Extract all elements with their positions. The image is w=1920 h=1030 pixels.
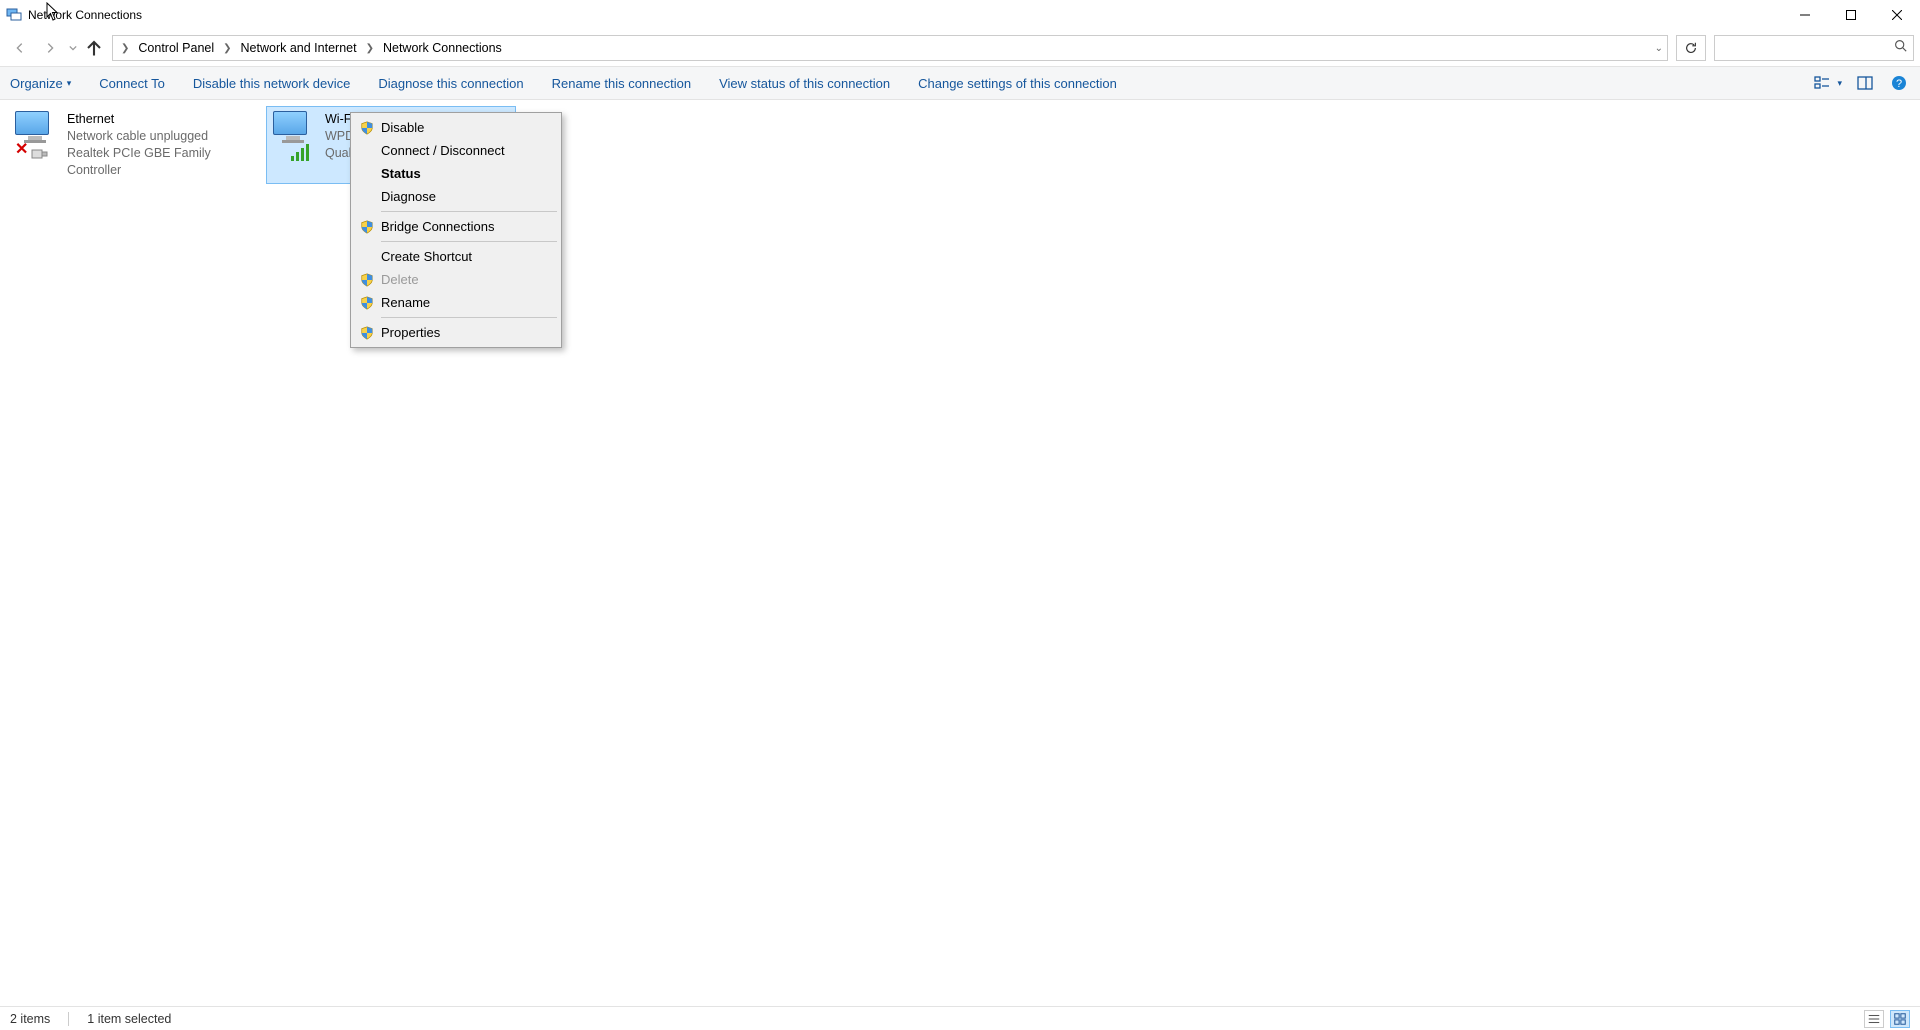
close-button[interactable] xyxy=(1874,0,1920,30)
maximize-button[interactable] xyxy=(1828,0,1874,30)
context-menu-label: Disable xyxy=(381,120,424,135)
context-menu-label: Bridge Connections xyxy=(381,219,494,234)
context-menu-label: Create Shortcut xyxy=(381,249,472,264)
chevron-right-icon: ❯ xyxy=(119,43,131,54)
context-menu-item[interactable]: Rename xyxy=(353,291,559,314)
wifi-signal-icon xyxy=(291,143,313,161)
context-menu-item[interactable]: Status xyxy=(353,162,559,185)
adapter-name: Ethernet xyxy=(67,111,253,128)
help-button[interactable]: ? xyxy=(1888,72,1910,94)
context-menu-item[interactable]: Connect / Disconnect xyxy=(353,139,559,162)
adapter-device: Realtek PCIe GBE Family Controller xyxy=(67,145,253,179)
context-menu-label: Diagnose xyxy=(381,189,436,204)
menu-separator xyxy=(381,317,557,318)
context-menu: Disable Connect / Disconnect Status Diagnos… xyxy=(350,112,562,348)
app-icon xyxy=(6,7,22,23)
search-input[interactable] xyxy=(1721,41,1894,55)
status-selection: 1 item selected xyxy=(87,1012,171,1026)
context-menu-item[interactable]: Properties xyxy=(353,321,559,344)
context-menu-item[interactable]: Bridge Connections xyxy=(353,215,559,238)
change-settings-button[interactable]: Change settings of this connection xyxy=(918,76,1117,91)
context-menu-label: Rename xyxy=(381,295,430,310)
titlebar: Network Connections xyxy=(0,0,1920,30)
minimize-button[interactable] xyxy=(1782,0,1828,30)
address-dropdown[interactable]: ⌄ xyxy=(1655,43,1663,54)
context-menu-item[interactable]: Diagnose xyxy=(353,185,559,208)
menu-separator xyxy=(381,211,557,212)
uac-shield-icon xyxy=(359,272,375,288)
breadcrumb-item[interactable]: Network and Internet xyxy=(238,41,360,55)
context-menu-item: Delete xyxy=(353,268,559,291)
up-button[interactable] xyxy=(82,34,106,62)
chevron-right-icon: ❯ xyxy=(364,43,376,54)
chevron-down-icon[interactable]: ▾ xyxy=(1837,78,1842,89)
back-button[interactable] xyxy=(6,34,34,62)
network-adapter-item[interactable]: ✕ EthernetNetwork cable unpluggedRealtek … xyxy=(8,106,258,184)
status-bar: 2 items 1 item selected xyxy=(0,1006,1920,1030)
monitor-icon xyxy=(273,111,313,143)
context-menu-label: Properties xyxy=(381,325,440,340)
breadcrumb-item[interactable]: Network Connections xyxy=(380,41,505,55)
organize-label: Organize xyxy=(10,76,63,91)
chevron-right-icon: ❯ xyxy=(221,43,233,54)
rename-button[interactable]: Rename this connection xyxy=(552,76,691,91)
details-view-button[interactable] xyxy=(1864,1010,1884,1028)
chevron-down-icon: ▾ xyxy=(67,78,72,89)
cable-plug-icon xyxy=(31,147,51,161)
organize-menu[interactable]: Organize ▾ xyxy=(10,76,71,91)
command-bar: Organize ▾ Connect To Disable this networ… xyxy=(0,66,1920,100)
refresh-button[interactable] xyxy=(1676,35,1706,61)
context-menu-item[interactable]: Create Shortcut xyxy=(353,245,559,268)
address-bar[interactable]: ❯ Control Panel ❯ Network and Internet ❯… xyxy=(112,35,1668,61)
separator xyxy=(68,1012,69,1026)
svg-text:?: ? xyxy=(1896,78,1902,90)
navbar: ❯ Control Panel ❯ Network and Internet ❯… xyxy=(0,30,1920,66)
uac-shield-icon xyxy=(359,219,375,235)
uac-shield-icon xyxy=(359,325,375,341)
menu-separator xyxy=(381,241,557,242)
recent-locations-dropdown[interactable] xyxy=(66,44,80,52)
window-title: Network Connections xyxy=(28,8,142,22)
uac-shield-icon xyxy=(359,120,375,136)
disable-device-button[interactable]: Disable this network device xyxy=(193,76,351,91)
adapter-icon xyxy=(271,111,321,159)
error-x-icon: ✕ xyxy=(15,139,28,159)
search-box[interactable] xyxy=(1714,35,1914,61)
uac-shield-icon xyxy=(359,295,375,311)
adapter-status: Network cable unplugged xyxy=(67,128,253,145)
context-menu-label: Connect / Disconnect xyxy=(381,143,505,158)
diagnose-button[interactable]: Diagnose this connection xyxy=(378,76,523,91)
context-menu-item[interactable]: Disable xyxy=(353,116,559,139)
context-menu-label: Status xyxy=(381,166,421,181)
connect-to-button[interactable]: Connect To xyxy=(99,76,165,91)
view-mode-button[interactable] xyxy=(1811,72,1833,94)
preview-pane-button[interactable] xyxy=(1854,72,1876,94)
content-area[interactable]: ✕ EthernetNetwork cable unpluggedRealtek … xyxy=(0,100,1920,1006)
context-menu-label: Delete xyxy=(381,272,419,287)
view-status-button[interactable]: View status of this connection xyxy=(719,76,890,91)
breadcrumb-item[interactable]: Control Panel xyxy=(135,41,217,55)
forward-button[interactable] xyxy=(36,34,64,62)
tiles-view-button[interactable] xyxy=(1890,1010,1910,1028)
adapter-icon: ✕ xyxy=(13,111,63,159)
status-item-count: 2 items xyxy=(10,1012,50,1026)
search-icon xyxy=(1894,39,1907,57)
